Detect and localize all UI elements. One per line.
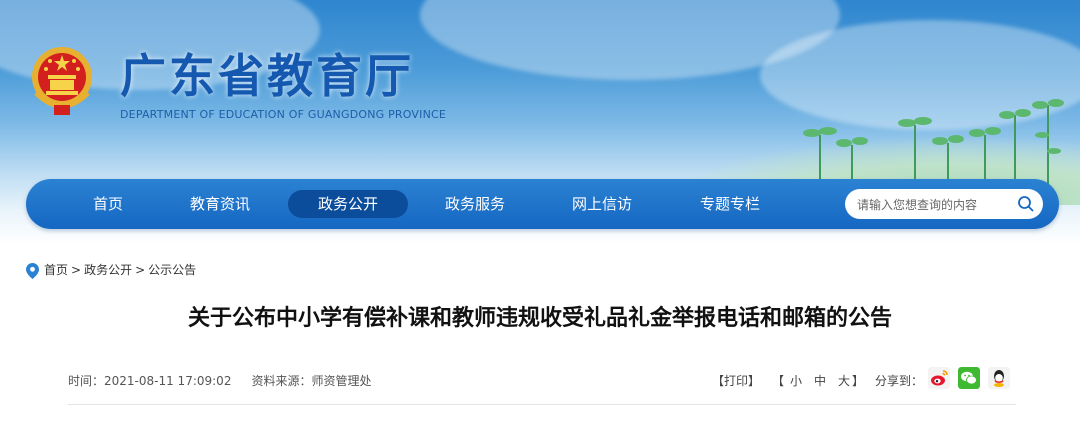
breadcrumb-separator: > bbox=[135, 263, 146, 277]
breadcrumb: 首页 > 政务公开 > 公示公告 bbox=[26, 261, 196, 279]
site-subtitle: DEPARTMENT OF EDUCATION OF GUANGDONG PRO… bbox=[120, 108, 447, 121]
location-pin-icon bbox=[26, 262, 39, 279]
main-nav: 首页 教育资讯 政务公开 政务服务 网上信访 专题专栏 bbox=[26, 179, 1059, 229]
nav-item-home[interactable]: 首页 bbox=[78, 190, 138, 218]
article-title: 关于公布中小学有偿补课和教师违规收受礼品礼金举报电话和邮箱的公告 bbox=[187, 306, 892, 331]
font-size-large-button[interactable]: 大 bbox=[838, 372, 850, 389]
breadcrumb-announcements[interactable]: 公示公告 bbox=[148, 263, 196, 277]
sprouts-decoration bbox=[803, 99, 1064, 185]
share-label: 分享到： bbox=[875, 374, 924, 388]
article-meta: 时间：2021-08-11 17:09:02 资料来源：师资管理处 bbox=[68, 372, 391, 389]
breadcrumb-home[interactable]: 首页 bbox=[44, 263, 68, 277]
font-size-bracket-open: 【 bbox=[772, 374, 785, 388]
search-box bbox=[845, 189, 1043, 219]
site-title: 广东省教育厅 bbox=[120, 49, 414, 103]
font-size-small-button[interactable]: 小 bbox=[790, 372, 802, 389]
qq-icon[interactable] bbox=[988, 367, 1010, 389]
breadcrumb-government-affairs[interactable]: 政务公开 bbox=[84, 263, 132, 277]
wechat-icon[interactable] bbox=[958, 367, 980, 389]
print-button[interactable]: 【打印】 bbox=[712, 372, 760, 389]
emblem-icon bbox=[32, 47, 92, 115]
weibo-icon[interactable] bbox=[928, 367, 950, 389]
nav-item-education-news[interactable]: 教育资讯 bbox=[184, 190, 256, 218]
meta-divider bbox=[68, 404, 1016, 405]
nav-item-special-topics[interactable]: 专题专栏 bbox=[694, 190, 766, 218]
article-source: 资料来源：师资管理处 bbox=[251, 374, 372, 388]
font-size-bracket-close: 】 bbox=[852, 374, 865, 388]
nav-item-government-services[interactable]: 政务服务 bbox=[439, 190, 511, 218]
nav-item-government-affairs[interactable]: 政务公开 bbox=[288, 190, 408, 218]
search-input[interactable] bbox=[855, 195, 1019, 215]
publish-time: 时间：2021-08-11 17:09:02 bbox=[68, 374, 232, 388]
nav-item-online-petition[interactable]: 网上信访 bbox=[566, 190, 638, 218]
font-size-medium-button[interactable]: 中 bbox=[814, 372, 826, 389]
breadcrumb-separator: > bbox=[71, 263, 82, 277]
search-icon[interactable] bbox=[1017, 195, 1035, 213]
